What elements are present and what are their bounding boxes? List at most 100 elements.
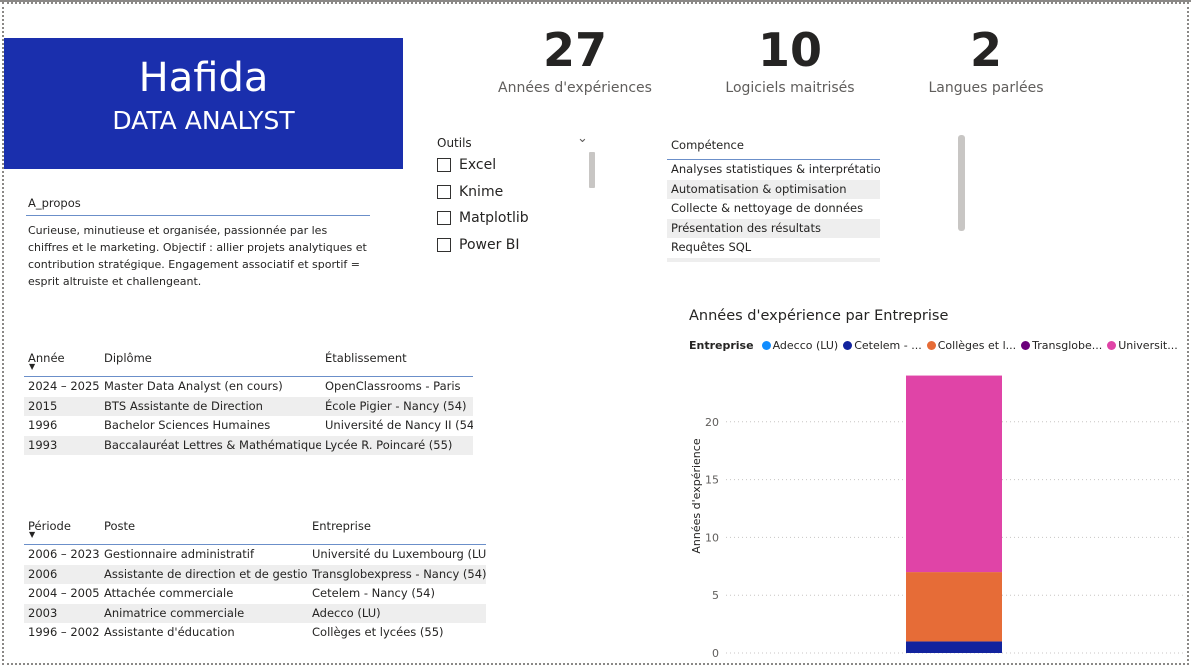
kpi-value: 27 xyxy=(542,23,607,77)
tools-slicer-header[interactable]: Outils ⌄ xyxy=(437,131,592,152)
checkbox[interactable] xyxy=(437,211,451,226)
table-row[interactable]: Analyses statistiques & interprétation xyxy=(667,160,880,180)
table-row[interactable]: Automatisation & optimisation xyxy=(667,179,880,199)
table-cell: 1996 – 2002 xyxy=(28,625,100,639)
kpi-label: Langues parlées xyxy=(928,80,1044,96)
column-header-period[interactable]: Période xyxy=(24,515,100,544)
kpi-card-experience[interactable]: 27 Années d'expériences xyxy=(475,22,675,96)
table-cell: Université du Luxembourg (LU) xyxy=(312,547,486,561)
tools-slicer-scrollbar[interactable] xyxy=(589,152,595,188)
y-axis-label: Années d'expérience xyxy=(690,438,703,553)
table-cell: École Pigier - Nancy (54) xyxy=(325,398,467,413)
column-header-year[interactable]: Année xyxy=(24,347,100,376)
profile-header-card: Hafida DATA ANALYST xyxy=(4,38,403,169)
table-cell: 2024 – 2025 xyxy=(28,379,100,393)
table-cell: Gestionnaire administratif xyxy=(104,547,254,561)
table-cell: 2004 – 2005 xyxy=(28,586,100,600)
column-header-position[interactable]: Poste xyxy=(100,515,308,544)
slicer-item-label: Knime xyxy=(459,183,504,200)
legend-label: Adecco (LU) xyxy=(772,339,839,352)
legend-label: Collèges et l... xyxy=(937,339,1017,352)
bar-segment-4[interactable] xyxy=(906,375,1002,573)
legend-label: Cetelem - ... xyxy=(854,339,922,352)
about-title: A_propos xyxy=(26,192,370,216)
column-header-diploma[interactable]: Diplôme xyxy=(100,347,321,376)
profile-role: DATA ANALYST xyxy=(112,106,295,135)
table-cell: Lycée R. Poincaré (55) xyxy=(325,437,453,452)
slicer-item-label: Matplotlib xyxy=(459,210,529,227)
table-cell: 2003 xyxy=(28,605,58,620)
table-cell: 1996 xyxy=(28,418,58,432)
table-row[interactable]: 1996 – 2002 Assistante d'éducation Collè… xyxy=(24,623,486,643)
bar-segment-2[interactable] xyxy=(906,572,1002,642)
column-header-company[interactable]: Entreprise xyxy=(308,515,486,544)
kpi-card-languages[interactable]: 2 Langues parlées xyxy=(886,22,1086,96)
y-tick-label: 5 xyxy=(712,589,719,602)
legend-dot xyxy=(1021,341,1031,350)
table-row[interactable]: Collecte & nettoyage de données xyxy=(667,199,880,219)
profile-name: Hafida xyxy=(138,55,269,101)
checkbox[interactable] xyxy=(437,158,451,173)
table-row[interactable]: 2024 – 2025 Master Data Analyst (en cour… xyxy=(24,377,473,397)
legend-item[interactable]: Cetelem - ... xyxy=(843,339,922,352)
legend-label: Universit... xyxy=(1118,339,1178,352)
sort-descending-icon[interactable]: ▼ xyxy=(29,530,35,539)
table-row[interactable]: 2004 – 2005 Attachée commerciale Cetelem… xyxy=(24,584,486,604)
kpi-label: Années d'expériences xyxy=(498,80,652,96)
table-cell: OpenClassrooms - Paris xyxy=(325,379,461,393)
experience-table-header: Période Poste Entreprise ▼ xyxy=(24,515,486,545)
table-row[interactable]: Requêtes SQL xyxy=(667,238,880,258)
column-header-school[interactable]: Établissement xyxy=(321,347,473,376)
sort-descending-icon[interactable]: ▼ xyxy=(29,362,35,371)
table-row[interactable]: 2006 Assistante de direction et de gesti… xyxy=(24,564,486,584)
skills-table-header[interactable]: Compétence xyxy=(667,134,880,160)
table-row[interactable]: Présentation des résultats xyxy=(667,218,880,238)
table-row[interactable]: 2015 BTS Assistante de Direction École P… xyxy=(24,396,473,416)
table-cell: Baccalauréat Lettres & Mathématiques xyxy=(104,437,321,452)
slicer-item-matplotlib[interactable]: Matplotlib xyxy=(437,205,592,232)
y-axis-ticks: 0 5 10 15 20 xyxy=(705,416,719,660)
chevron-down-icon[interactable]: ⌄ xyxy=(577,130,588,148)
y-tick-label: 20 xyxy=(705,416,719,429)
table-cell: 2006 xyxy=(28,566,58,581)
education-table-header: Année Diplôme Établissement ▼ xyxy=(24,347,473,377)
table-row[interactable]: 2003 Animatrice commerciale Adecco (LU) xyxy=(24,603,486,623)
checkbox[interactable] xyxy=(437,184,451,199)
y-tick-label: 10 xyxy=(705,531,719,544)
chart-legend: Entreprise Adecco (LU) Cetelem - ... Col… xyxy=(689,339,1183,352)
slicer-item-powerbi[interactable]: Power BI xyxy=(437,232,592,259)
table-row[interactable]: 1993 Baccalauréat Lettres & Mathématique… xyxy=(24,435,473,455)
table-cell: 2006 – 2023 xyxy=(28,547,100,561)
kpi-value: 10 xyxy=(757,23,822,77)
table-cell: Assistante de direction et de gestion xyxy=(104,566,308,581)
education-table: Année Diplôme Établissement ▼ 2024 – 202… xyxy=(24,347,473,455)
kpi-card-software[interactable]: 10 Logiciels maitrisés xyxy=(690,22,890,96)
tools-slicer-title: Outils xyxy=(437,136,472,150)
table-cell: BTS Assistante de Direction xyxy=(104,398,263,413)
legend-item[interactable]: Collèges et l... xyxy=(926,339,1017,352)
chart-bars xyxy=(906,375,1002,653)
kpi-label: Logiciels maitrisés xyxy=(725,80,855,96)
table-cell: Transglobexpress - Nancy (54) xyxy=(312,566,486,581)
checkbox[interactable] xyxy=(437,237,451,252)
slicer-item-excel[interactable]: Excel xyxy=(437,152,592,179)
slicer-item-knime[interactable]: Knime xyxy=(437,179,592,206)
legend-dot xyxy=(843,341,853,350)
about-card: A_propos Curieuse, minutieuse et organis… xyxy=(26,192,370,290)
table-cell: Master Data Analyst (en cours) xyxy=(104,379,283,393)
table-cell: Bachelor Sciences Humaines xyxy=(104,418,271,432)
experience-bar-chart[interactable]: 0 5 10 15 20 Années d'expérience xyxy=(684,356,1184,662)
legend-item[interactable]: Transglobe... xyxy=(1021,339,1102,352)
skills-table: Compétence Analyses statistiques & inter… xyxy=(667,134,880,262)
skills-table-scrollbar[interactable] xyxy=(958,135,965,231)
legend-item[interactable]: Adecco (LU) xyxy=(761,339,839,352)
table-row[interactable]: 1996 Bachelor Sciences Humaines Universi… xyxy=(24,416,473,436)
table-row[interactable]: 2006 – 2023 Gestionnaire administratif U… xyxy=(24,545,486,565)
slicer-item-label: Excel xyxy=(459,157,497,174)
legend-item[interactable]: Universit... xyxy=(1107,339,1178,352)
table-cell: Adecco (LU) xyxy=(312,605,381,620)
legend-dot xyxy=(761,341,771,350)
slicer-item-label: Power BI xyxy=(459,236,520,253)
bar-segment-1[interactable] xyxy=(906,641,1002,653)
about-text: Curieuse, minutieuse et organisée, passi… xyxy=(28,224,367,288)
